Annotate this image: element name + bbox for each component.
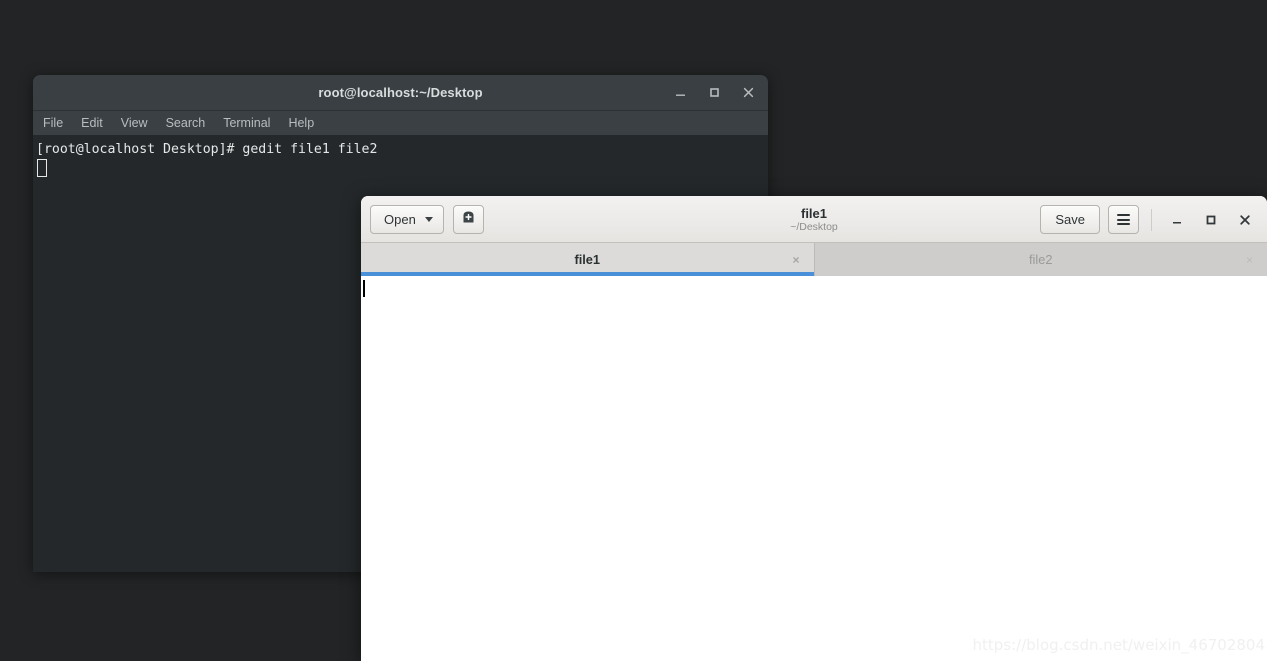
tab-file2-close-icon[interactable]: × [1246,254,1253,266]
gedit-tab-bar: file1 × file2 × [361,243,1267,276]
terminal-menubar: File Edit View Search Terminal Help [33,111,768,135]
terminal-cursor [37,159,47,177]
terminal-titlebar[interactable]: root@localhost:~/Desktop [33,75,768,111]
save-button[interactable]: Save [1040,205,1100,234]
terminal-line: [root@localhost Desktop]# gedit file1 fi… [36,142,378,157]
tab-file1[interactable]: file1 × [361,243,815,276]
save-button-label: Save [1055,212,1085,227]
gedit-close-icon[interactable] [1232,205,1258,235]
gedit-document-title: file1 [800,205,827,221]
header-separator [1151,208,1152,231]
gedit-header-right-group: Save [1040,196,1258,243]
watermark-text: https://blog.csdn.net/weixin_46702804 [972,636,1265,654]
terminal-maximize-icon[interactable] [702,81,726,105]
terminal-minimize-icon[interactable] [668,81,692,105]
terminal-menu-terminal[interactable]: Terminal [223,111,270,135]
tab-file2[interactable]: file2 × [814,243,1267,276]
open-button-label: Open [384,211,416,227]
terminal-menu-help[interactable]: Help [288,111,314,135]
gedit-text-area[interactable]: https://blog.csdn.net/weixin_46702804 [361,276,1267,661]
terminal-menu-search[interactable]: Search [166,111,206,135]
tab-file1-label: file1 [574,252,601,267]
text-cursor [363,280,365,297]
terminal-title: root@localhost:~/Desktop [318,85,483,100]
gedit-maximize-icon[interactable] [1198,205,1224,235]
gedit-window[interactable]: Open file1 ~/Desktop Save file1 × file2 … [361,196,1267,661]
hamburger-menu-icon [1117,214,1130,225]
gedit-headerbar[interactable]: Open file1 ~/Desktop Save [361,196,1267,243]
tab-file1-close-icon[interactable]: × [792,254,799,266]
open-button[interactable]: Open [370,204,444,234]
main-menu-button[interactable] [1108,205,1139,234]
terminal-menu-view[interactable]: View [121,111,148,135]
terminal-close-icon[interactable] [736,81,760,105]
chevron-down-icon [424,216,433,222]
new-document-icon [460,209,477,229]
terminal-menu-edit[interactable]: Edit [81,111,103,135]
terminal-window-controls [668,75,760,110]
gedit-minimize-icon[interactable] [1164,205,1190,235]
terminal-menu-file[interactable]: File [43,111,63,135]
gedit-header-left-group: Open [370,204,484,234]
gedit-document-path: ~/Desktop [790,220,838,233]
tab-file2-label: file2 [1029,252,1053,267]
terminal-prompt-line [35,159,768,180]
new-document-button[interactable] [452,204,484,234]
